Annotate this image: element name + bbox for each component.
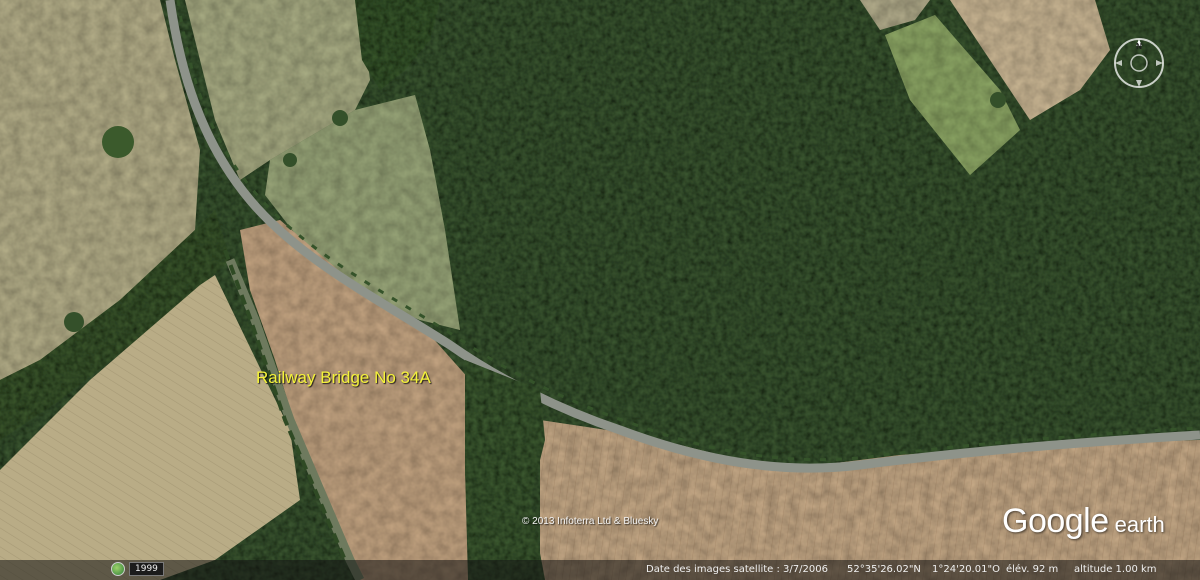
tree <box>332 110 348 126</box>
compass-icon[interactable]: N <box>1110 34 1168 92</box>
logo-earth-text: earth <box>1114 512 1165 537</box>
imagery-copyright: © 2013 Infoterra Ltd & Bluesky <box>522 516 659 527</box>
tree <box>283 153 297 167</box>
tree <box>64 312 84 332</box>
compass-north-label: N <box>1136 42 1142 51</box>
historical-imagery-year[interactable]: 1999 <box>129 562 164 576</box>
elevation-readout: élév. 92 m <box>1006 564 1059 575</box>
clock-globe-icon[interactable] <box>111 562 125 576</box>
logo-google-text: Google <box>1002 502 1109 540</box>
woodland-strip <box>465 360 545 580</box>
tree <box>102 126 134 158</box>
latitude-readout: 52°35'26.02"N <box>847 564 921 575</box>
altitude-readout: altitude 1.00 km <box>1074 564 1157 575</box>
tree <box>990 92 1006 108</box>
longitude-readout: 1°24'20.01"O <box>932 564 1000 575</box>
satellite-map[interactable] <box>0 0 1200 580</box>
google-earth-logo: Google earth <box>1002 502 1165 541</box>
imagery-date: Date des images satellite : 3/7/2006 <box>646 564 828 575</box>
historical-imagery-control[interactable]: 1999 <box>111 561 164 577</box>
place-label[interactable]: Railway Bridge No 34A <box>256 368 431 388</box>
